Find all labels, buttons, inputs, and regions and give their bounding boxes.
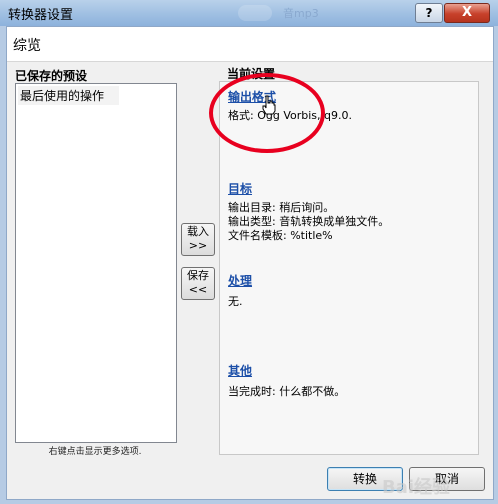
preset-item-last-used[interactable]: 最后使用的操作: [18, 86, 119, 105]
page-title: 综览: [13, 38, 41, 54]
section-output-format: 输出格式 格式: Ogg Vorbis, q9.0.: [228, 88, 352, 123]
dialog-client: 综览 已保存的预设 最后使用的操作 右键点击显示更多选项. 载入 >> 保存 <…: [6, 26, 494, 500]
target-line-filename-template: 文件名模板: %title%: [228, 229, 333, 242]
save-button-arrow: <<: [188, 283, 208, 296]
other-link[interactable]: 其他: [228, 362, 345, 379]
output-format-link[interactable]: 输出格式: [228, 88, 352, 105]
target-line-output-type: 输出类型: 音轨转换成单独文件。: [228, 215, 390, 228]
output-format-line: 格式: Ogg Vorbis, q9.0.: [228, 109, 352, 122]
help-button[interactable]: ?: [415, 3, 443, 23]
load-button-arrow: >>: [188, 239, 208, 252]
save-button[interactable]: 保存 <<: [181, 267, 215, 300]
current-settings-panel: 输出格式 格式: Ogg Vorbis, q9.0. 目标 输出目录: 稍后询问…: [219, 81, 479, 455]
processing-line: 无.: [228, 295, 243, 308]
saved-presets-label: 已保存的预设: [15, 69, 88, 83]
current-settings-label: 当前设置: [227, 67, 276, 81]
section-target: 目标 输出目录: 稍后询问。 输出类型: 音轨转换成单独文件。 文件名模板: %…: [228, 180, 389, 243]
window-title: 转换器设置: [8, 8, 74, 23]
window-titlebar: 转换器设置 音mp3 ? X: [0, 0, 498, 27]
load-button[interactable]: 载入 >>: [181, 223, 215, 256]
load-button-label: 载入: [187, 225, 209, 238]
presets-hint: 右键点击显示更多选项.: [48, 447, 142, 457]
other-line: 当完成时: 什么都不做。: [228, 385, 346, 398]
watermark: Bai经验: [382, 477, 451, 498]
header-band: 综览: [7, 27, 493, 62]
close-button[interactable]: X: [444, 3, 490, 23]
processing-link[interactable]: 处理: [228, 272, 252, 289]
target-line-output-dir: 输出目录: 稍后询问。: [228, 201, 335, 214]
hand-cursor-icon: [262, 95, 276, 115]
section-processing: 处理 无.: [228, 272, 252, 309]
save-button-label: 保存: [187, 269, 209, 282]
target-link[interactable]: 目标: [228, 180, 389, 197]
section-other: 其他 当完成时: 什么都不做。: [228, 362, 345, 399]
background-ghost-text: 音mp3: [283, 7, 319, 20]
saved-presets-list[interactable]: 最后使用的操作: [15, 83, 177, 443]
background-ghost-shape: [238, 5, 272, 21]
